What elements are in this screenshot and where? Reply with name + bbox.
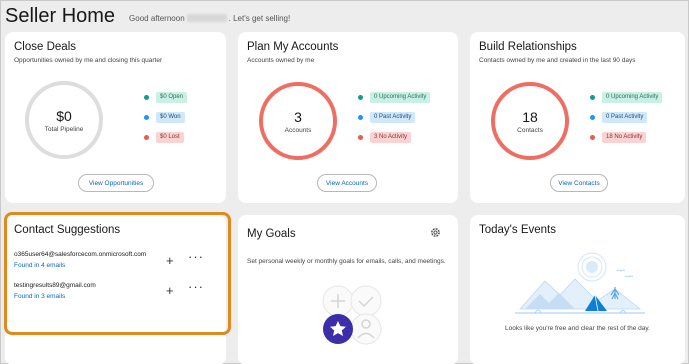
greeting-prefix: Good afternoon	[129, 13, 185, 23]
legend-label: $0 Won	[156, 112, 185, 123]
plan-accounts-card: Plan My Accounts Accounts owned by me 3 …	[238, 32, 458, 203]
goals-illustration	[322, 285, 382, 345]
legend-label: 0 Past Activity	[370, 112, 416, 123]
greeting-suffix: . Let's get selling!	[228, 13, 291, 23]
accounts-ring[interactable]: 3 Accounts	[259, 82, 337, 160]
redacted-name	[186, 14, 227, 23]
card-title: Today's Events	[479, 224, 556, 236]
red-dot-icon	[144, 135, 149, 140]
blue-dot-icon	[590, 115, 595, 120]
ring-value: 3	[294, 108, 302, 125]
legend-upcoming[interactable]: 0 Upcoming Activity	[590, 92, 663, 103]
legend-label: 3 No Activity	[370, 132, 412, 143]
card-subtitle: Contacts owned by me and created in the …	[479, 57, 636, 64]
teal-dot-icon	[144, 95, 149, 100]
legend-label: 0 Past Activity	[602, 112, 648, 123]
legend-label: 0 Upcoming Activity	[602, 92, 663, 103]
ring-label: Contacts	[517, 126, 543, 134]
teal-dot-icon	[590, 95, 595, 100]
contact-suggestions-highlight	[4, 212, 231, 335]
card-title: Plan My Accounts	[247, 41, 339, 53]
page-header: Seller Home Good afternoon . Let's get se…	[1, 1, 689, 31]
events-empty-message: Looks like you're free and clear the res…	[505, 325, 650, 332]
teal-dot-icon	[358, 95, 363, 100]
legend-upcoming[interactable]: 0 Upcoming Activity	[358, 92, 431, 103]
legend-label: $0 Open	[156, 92, 188, 103]
card-subtitle: Opportunities owned by me and closing th…	[14, 57, 163, 64]
page-title: Seller Home	[5, 4, 116, 27]
legend-none[interactable]: 18 No Activity	[590, 132, 662, 143]
red-dot-icon	[358, 135, 363, 140]
camping-illustration	[515, 252, 645, 314]
greeting: Good afternoon . Let's get selling!	[129, 14, 290, 23]
goals-description: Set personal weekly or monthly goals for…	[247, 258, 446, 265]
legend-label: $0 Lost	[156, 132, 184, 143]
todays-events-card: Today's Events Looks like you're free an…	[470, 215, 685, 364]
ring-label: Total Pipeline	[44, 125, 84, 133]
ring-value: 18	[522, 108, 538, 125]
view-contacts-button[interactable]: View Contacts	[550, 174, 608, 192]
legend-open[interactable]: $0 Open	[144, 92, 188, 103]
blue-dot-icon	[358, 115, 363, 120]
legend-label: 18 No Activity	[602, 132, 647, 143]
ring-value: $0	[56, 107, 72, 124]
legend-none[interactable]: 3 No Activity	[358, 132, 430, 143]
card-title: Build Relationships	[479, 41, 577, 53]
ring-label: Accounts	[284, 126, 312, 134]
legend-past[interactable]: 0 Past Activity	[358, 112, 430, 123]
my-goals-card: My Goals Set personal weekly or monthly …	[238, 215, 458, 364]
deals-legend: $0 Open $0 Won $0 Lost	[144, 92, 188, 152]
red-dot-icon	[590, 135, 595, 140]
card-title: My Goals	[247, 228, 296, 240]
contacts-legend: 0 Upcoming Activity 0 Past Activity 18 N…	[590, 92, 663, 152]
card-subtitle: Accounts owned by me	[247, 57, 315, 64]
gear-icon[interactable]	[430, 227, 441, 238]
view-accounts-button[interactable]: View Accounts	[317, 174, 377, 192]
accounts-legend: 0 Upcoming Activity 0 Past Activity 3 No…	[358, 92, 431, 152]
blue-dot-icon	[144, 115, 149, 120]
view-opportunities-button[interactable]: View Opportunities	[78, 174, 154, 192]
build-relationships-card: Build Relationships Contacts owned by me…	[470, 32, 685, 203]
card-title: Close Deals	[14, 41, 76, 53]
legend-won[interactable]: $0 Won	[144, 112, 187, 123]
legend-lost[interactable]: $0 Lost	[144, 132, 187, 143]
pipeline-ring[interactable]: $0 Total Pipeline	[25, 81, 103, 159]
legend-past[interactable]: 0 Past Activity	[590, 112, 662, 123]
legend-label: 0 Upcoming Activity	[370, 92, 431, 103]
contacts-ring[interactable]: 18 Contacts	[491, 82, 569, 160]
close-deals-card: Close Deals Opportunities owned by me an…	[5, 32, 226, 203]
